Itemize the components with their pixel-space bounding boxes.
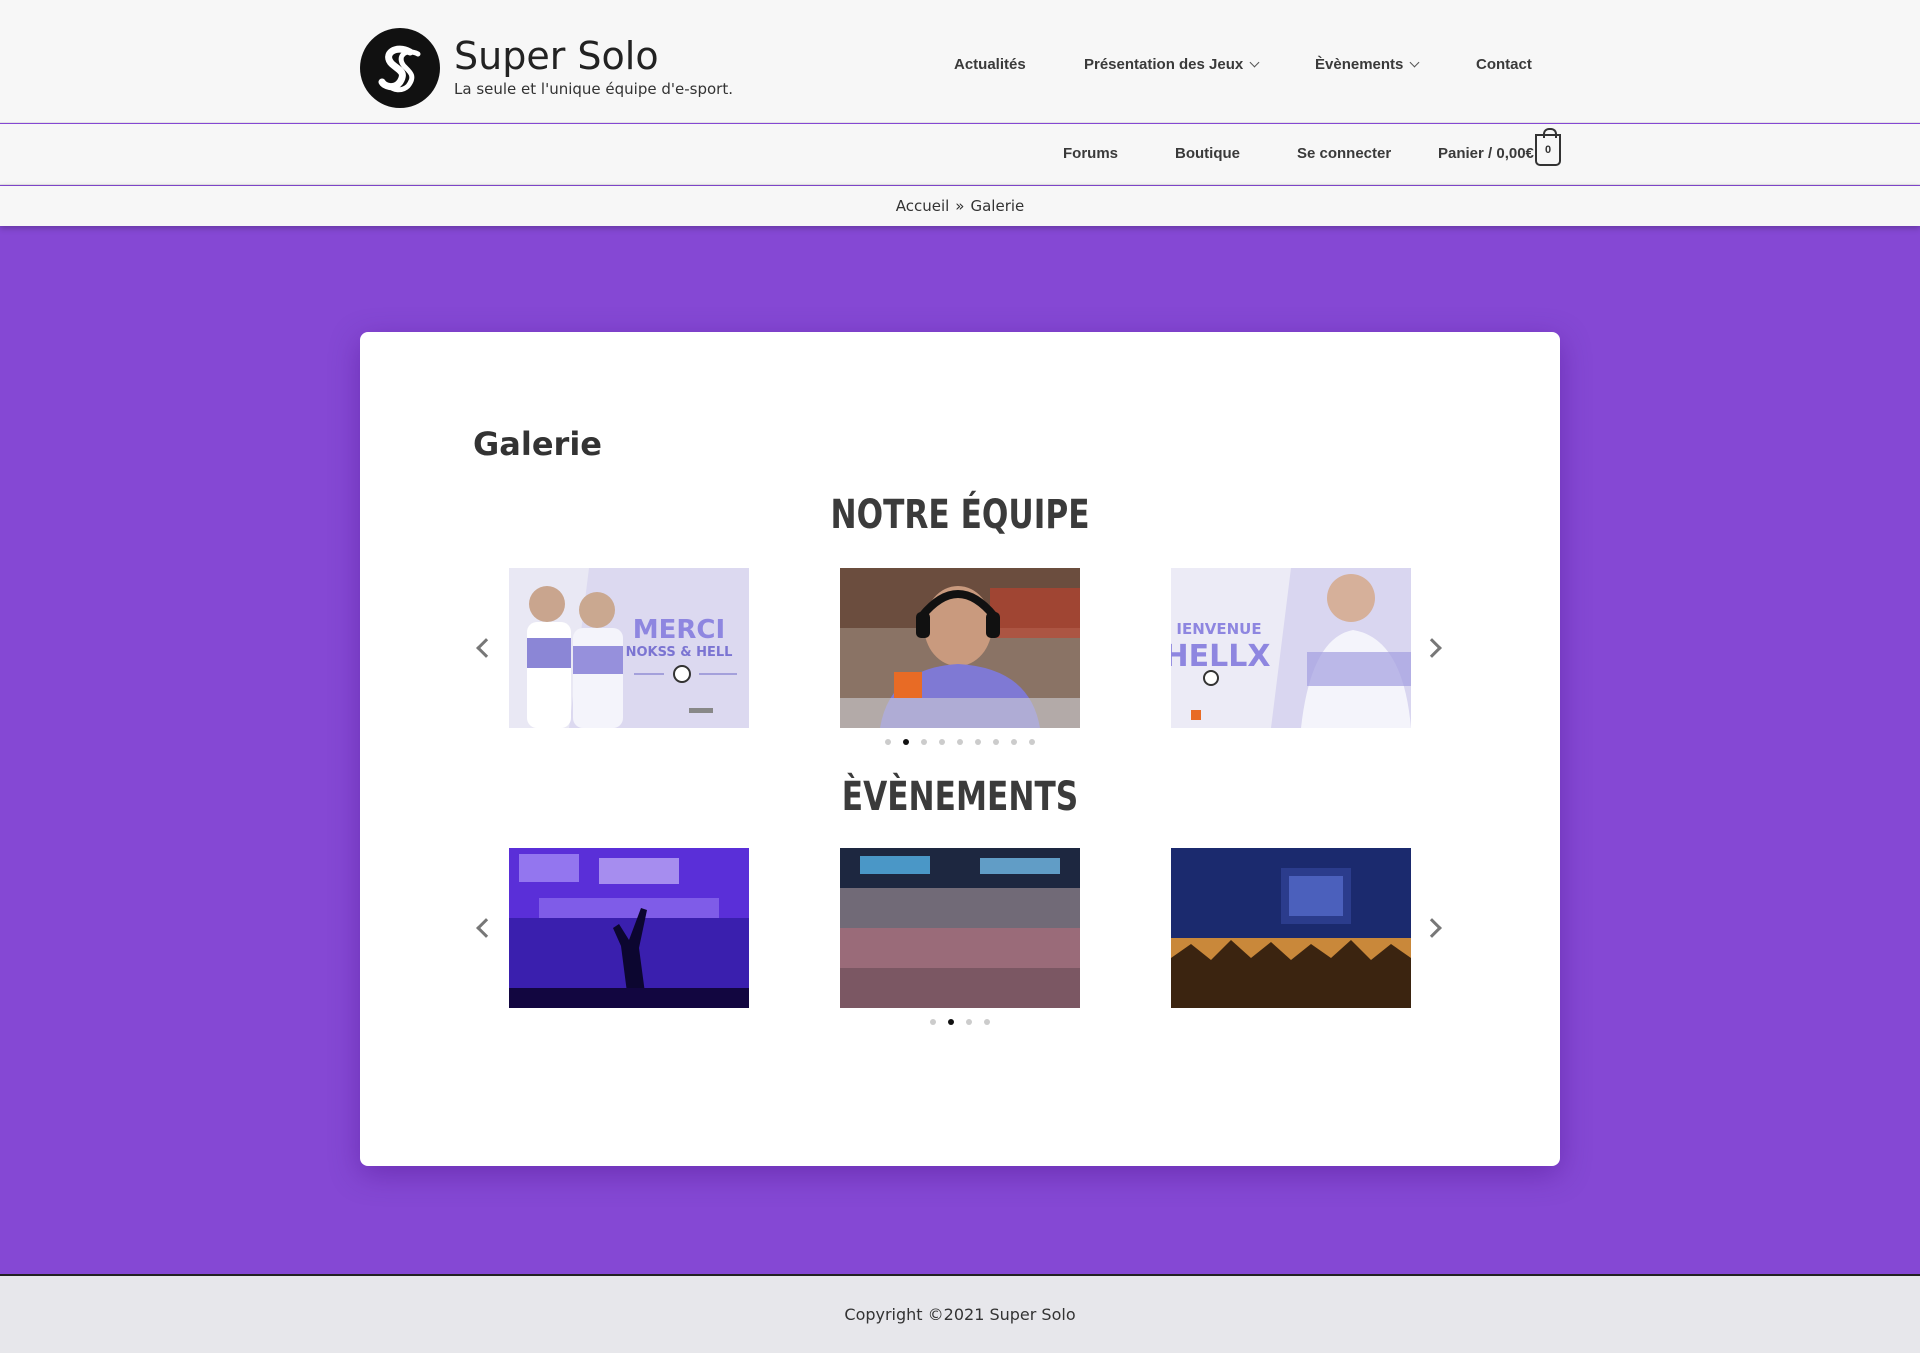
gallery-image-event-2[interactable] (840, 848, 1080, 1008)
event-stage-image (1171, 848, 1411, 1008)
carousel-dot[interactable] (993, 739, 999, 745)
team-photo-image: MERCI NOKSS & HELL (509, 568, 749, 728)
nav-item-boutique[interactable]: Boutique (1175, 145, 1240, 162)
carousel-dot-active[interactable] (903, 739, 909, 745)
gallery-image-player[interactable] (840, 568, 1080, 728)
nav-item-label: Actualités (954, 56, 1026, 73)
nav-item-se-connecter[interactable]: Se connecter (1297, 145, 1391, 162)
carousel-dot[interactable] (930, 1019, 936, 1025)
gallery-image-bienvenue[interactable]: IENVENUE HELLX (1171, 568, 1411, 728)
carousel-dot[interactable] (921, 739, 927, 745)
carousel-dot[interactable] (957, 739, 963, 745)
carousel-dot[interactable] (966, 1019, 972, 1025)
section-title-evenements: ÈVÈNEMENTS (841, 774, 1079, 820)
breadcrumb: Accueil » Galerie (0, 186, 1920, 226)
footer-copyright: Copyright ©2021 Super Solo (844, 1305, 1076, 1324)
cart-link[interactable]: Panier / 0,00€ (1438, 145, 1534, 162)
carousel-dot[interactable] (975, 739, 981, 745)
cart-icon[interactable]: 0 (1535, 128, 1561, 166)
nav-item-label: Contact (1476, 56, 1532, 73)
welcome-photo-image: IENVENUE HELLX (1171, 568, 1411, 728)
gallery-image-merci[interactable]: MERCI NOKSS & HELL (509, 568, 749, 728)
carousel-dot[interactable] (1029, 739, 1035, 745)
carousel-dot-active[interactable] (948, 1019, 954, 1025)
nav-item-presentation-des-jeux[interactable]: Présentation des Jeux (1084, 56, 1260, 73)
main-navigation: Actualités Présentation des Jeux Èvèneme… (0, 56, 1920, 80)
breadcrumb-separator: » (955, 197, 965, 215)
gallery-image-event-3[interactable] (1171, 848, 1411, 1008)
chevron-down-icon (1409, 57, 1420, 68)
secondary-navigation: Forums Boutique Se connecter Panier / 0,… (0, 124, 1920, 185)
carousel-dot[interactable] (939, 739, 945, 745)
section-title-equipe: NOTRE ÉQUIPE (830, 492, 1090, 538)
nav-item-actualites[interactable]: Actualités (954, 56, 1026, 73)
carousel-dot[interactable] (984, 1019, 990, 1025)
gallery-image-event-1[interactable] (509, 848, 749, 1008)
carousel-dots-evenements (0, 1019, 1920, 1025)
nav-item-label: Présentation des Jeux (1084, 56, 1244, 73)
chevron-down-icon (1249, 57, 1260, 68)
breadcrumb-home[interactable]: Accueil (896, 197, 950, 215)
breadcrumb-current: Galerie (970, 197, 1025, 215)
slide-text-line2: HELLX (1171, 639, 1270, 674)
slide-text-line2: NOKSS & HELL (626, 645, 733, 660)
event-crowd-image (840, 848, 1080, 1008)
slide-text-line1: IENVENUE (1176, 620, 1261, 638)
page-title: Galerie (473, 425, 602, 463)
nav-item-label: Èvènements (1315, 56, 1404, 73)
nav-item-forums[interactable]: Forums (1063, 145, 1118, 162)
carousel-dot[interactable] (885, 739, 891, 745)
carousel-dot[interactable] (1011, 739, 1017, 745)
nav-item-contact[interactable]: Contact (1476, 56, 1532, 73)
site-footer: Copyright ©2021 Super Solo (0, 1274, 1920, 1353)
player-photo-image (840, 568, 1080, 728)
site-header: Super Solo La seule et l'unique équipe d… (0, 0, 1920, 123)
event-arena-image (509, 848, 749, 1008)
site-tagline: La seule et l'unique équipe d'e-sport. (454, 80, 733, 98)
carousel-dots-equipe (0, 739, 1920, 745)
nav-item-evenements[interactable]: Èvènements (1315, 56, 1420, 73)
slide-text-line1: MERCI (633, 615, 725, 645)
